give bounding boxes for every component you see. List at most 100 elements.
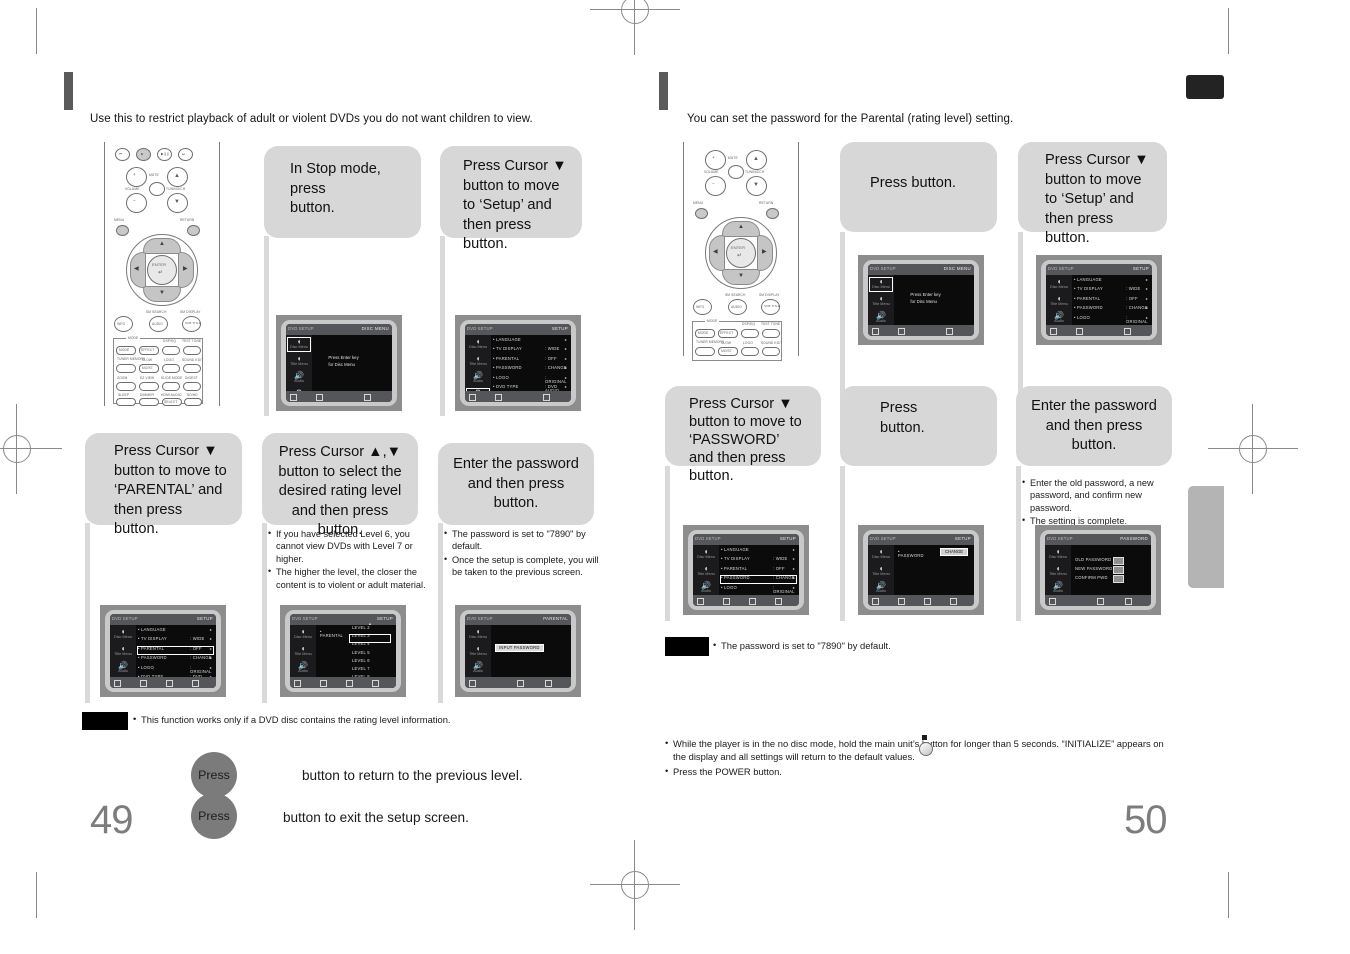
rail-item-disc-menu[interactable]: ◖ Disc Menu: [466, 628, 490, 643]
bottom-icon-4: [950, 598, 957, 605]
screen-center-message: Press Enter key for Disc Menu: [328, 354, 358, 368]
screen-disc-menu: DVD SETUP DISC MENU ◖ Disc Menu ◖ Title Me…: [286, 324, 392, 402]
tuner-memory-button[interactable]: [116, 364, 136, 373]
chevron-right-icon: ▸: [564, 346, 567, 352]
rstep3-bubble: Press Cursor ▼ button to move to ‘PASSWO…: [665, 386, 821, 484]
test-tone-button[interactable]: [762, 329, 780, 338]
rail-item-disc-menu[interactable]: ◖ Disc Menu: [466, 338, 490, 353]
old-password-field[interactable]: [1113, 557, 1124, 565]
rail-item-audio[interactable]: 🔊 Audio: [466, 372, 490, 387]
rail-item-disc-menu[interactable]: ◖ Disc Menu: [1047, 278, 1071, 293]
stop-button[interactable]: [136, 148, 151, 161]
menu-button[interactable]: [695, 208, 708, 219]
prev-track-button[interactable]: [115, 148, 130, 161]
stop-glyph: ■: [141, 152, 144, 156]
screen-rating-levels: DVD SETUP SETUP ◖ Disc Menu ◖ Title Menu 🔊…: [290, 614, 396, 688]
new-password-field[interactable]: [1113, 566, 1124, 574]
rail-item-title-menu[interactable]: ◖ Title Menu: [111, 645, 135, 660]
sd-hd-button[interactable]: [184, 398, 202, 406]
rail-item-title-menu[interactable]: ◖ Title Menu: [1047, 295, 1071, 310]
tuning-label: TUNING/CH: [166, 187, 186, 191]
step2-bubble: Press Cursor ▼ button to move to ‘Setup’…: [440, 146, 582, 252]
mute-button[interactable]: [728, 165, 744, 179]
menu-button[interactable]: [116, 225, 129, 236]
volume-down-button[interactable]: [126, 193, 147, 213]
rail-item-disc-menu[interactable]: ◖ Disc Menu: [1046, 548, 1070, 563]
zoom-button[interactable]: [116, 382, 136, 391]
rail-item-audio[interactable]: 🔊 Audio: [466, 662, 490, 677]
right-chip-note-text: The password is set to "7890" by default…: [721, 640, 891, 651]
chevron-right-icon: ▸: [564, 374, 567, 380]
dsp-eq-button[interactable]: [741, 329, 759, 338]
password-change-value[interactable]: CHANGE: [940, 548, 968, 557]
rail-item-title-menu[interactable]: ◖ Title Menu: [1046, 565, 1070, 580]
volume-up-button[interactable]: [126, 167, 147, 187]
screen-header-left: DVD SETUP: [292, 616, 318, 621]
mute-button[interactable]: [149, 182, 165, 196]
sleep-label: SLEEP: [118, 393, 130, 397]
left-section-marker: [64, 72, 73, 110]
step1-stem: [264, 236, 269, 416]
step2-stem: [440, 236, 445, 416]
dsp-eq-button[interactable]: [162, 346, 180, 355]
slide-mode-button[interactable]: [162, 382, 180, 391]
screen-password-fields: DVD SETUP PASSWORD ◖ Disc Menu ◖ Title Men…: [1045, 534, 1151, 606]
setup-row: PASSWORD: CHANGE▸: [720, 575, 797, 585]
rail-item-audio[interactable]: 🔊 Audio: [111, 662, 135, 677]
rstep5-bubble: Enter the password and then press button…: [1016, 386, 1172, 466]
screen-bottom-bar: [868, 595, 974, 606]
dimmer-button[interactable]: [139, 398, 159, 406]
tuner-memory-button[interactable]: [695, 347, 715, 356]
test-tone-button[interactable]: [183, 346, 201, 355]
screen-header-left: DVD SETUP: [288, 326, 314, 331]
rail-item-audio[interactable]: 🔊 Audio: [287, 372, 311, 387]
rail-item-audio[interactable]: 🔊 Audio: [291, 662, 315, 677]
bottom-icon-2: [517, 680, 524, 687]
press-pill-1[interactable]: Press: [191, 752, 237, 798]
volume-down-button[interactable]: [705, 176, 726, 196]
rail-item-disc-menu[interactable]: ◖ Disc Menu: [694, 548, 718, 563]
sound-edit-button[interactable]: [762, 347, 780, 356]
rail-item-title-menu[interactable]: ◖ Title Menu: [694, 565, 718, 580]
sound-edit-button[interactable]: [183, 364, 201, 373]
setup-row: LANGUAGE▸: [1074, 277, 1149, 286]
logo-label: LOGO: [743, 341, 753, 345]
confirm-password-field[interactable]: [1113, 575, 1124, 583]
bottom-icon-3: [166, 680, 173, 687]
rail-item-disc-menu[interactable]: ◖ Disc Menu: [291, 628, 315, 643]
confirm-password-label: CONFIRM PWD: [1075, 575, 1108, 580]
volume-up-button[interactable]: [705, 150, 726, 170]
rail-item-title-menu[interactable]: ◖ Title Menu: [466, 355, 490, 370]
rail-item-title-menu[interactable]: ◖ Title Menu: [466, 645, 490, 660]
rail-item-title-menu[interactable]: ◖ Title Menu: [869, 295, 893, 310]
audio-label: AUDIO: [152, 322, 163, 326]
next-track-button[interactable]: [178, 148, 193, 161]
volume-label: VOLUME: [125, 187, 140, 191]
setup-row: LANGUAGE▸: [138, 627, 213, 636]
logo-button[interactable]: [741, 347, 759, 356]
rail-item-disc-menu[interactable]: ◖ Disc Menu: [111, 628, 135, 643]
rail-item-title-menu[interactable]: ◖ Title Menu: [291, 645, 315, 660]
bottom-icon-1: [872, 328, 879, 335]
press-pill-2[interactable]: Press: [191, 793, 237, 839]
return-button[interactable]: [766, 208, 779, 219]
rstep3-stem: [665, 466, 670, 621]
digest-button[interactable]: [183, 382, 201, 391]
screen-header-right: PASSWORD: [1120, 536, 1148, 541]
setup-row: PARENTAL: OFF▸: [1074, 296, 1149, 305]
input-password-field[interactable]: INPUT PASSWORD: [495, 644, 544, 653]
effect-label: EFFECT: [141, 348, 155, 352]
rail-item-title-menu[interactable]: ◖ Title Menu: [869, 565, 893, 580]
return-button[interactable]: [187, 225, 200, 236]
bottom-icon-1: [1049, 598, 1056, 605]
chevron-right-icon: ▸: [1145, 305, 1148, 311]
sm-search-label: SM SEARCH: [146, 310, 167, 314]
logo-button[interactable]: [162, 364, 180, 373]
power-standby-icon: [918, 735, 933, 756]
center-line-1: Press Enter key: [910, 292, 941, 298]
screen-header-left: DVD SETUP: [467, 616, 493, 621]
ez-view-button[interactable]: [139, 382, 159, 391]
rail-item-title-menu[interactable]: ◖ Title Menu: [287, 355, 311, 370]
rail-item-disc-menu[interactable]: ◖ Disc Menu: [869, 548, 893, 563]
sleep-button[interactable]: [116, 398, 136, 406]
